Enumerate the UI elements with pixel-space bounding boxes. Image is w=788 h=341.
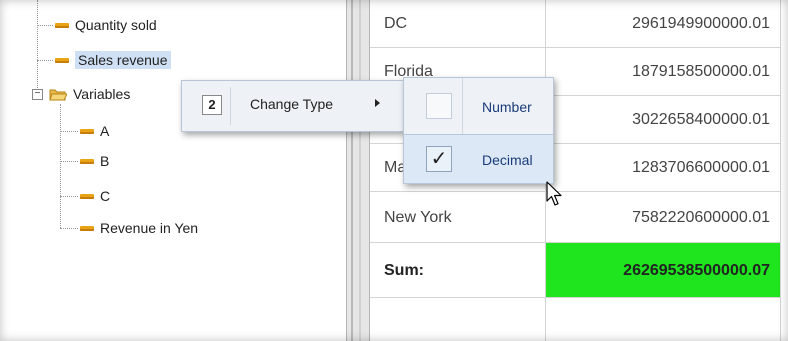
- tree-item-label: Quantity sold: [75, 17, 157, 33]
- splitter-grip: [351, 0, 353, 341]
- tree-line: [60, 196, 78, 197]
- collapse-toggle[interactable]: −: [32, 89, 43, 100]
- menu-item-change-type[interactable]: 2 Change Type: [182, 81, 403, 131]
- tree-line: [37, 60, 53, 61]
- sum-value[interactable]: 26269538500000.07: [546, 243, 781, 298]
- tree-item-c[interactable]: C: [80, 186, 110, 206]
- tree-item-quantity-sold[interactable]: Quantity sold: [55, 15, 157, 35]
- folder-open-icon: [49, 89, 67, 101]
- empty-cell[interactable]: [370, 298, 546, 341]
- tree-line: [60, 104, 61, 228]
- value-cell[interactable]: 1283706600000.01: [546, 144, 781, 192]
- mouse-pointer-icon: [546, 181, 562, 206]
- tree-item-label: Variables: [73, 86, 131, 102]
- tree-item-a[interactable]: A: [80, 121, 109, 141]
- tree-panel: Quantity sold Sales revenue − Variables …: [0, 0, 346, 341]
- tree-item-b[interactable]: B: [80, 151, 109, 171]
- tree-item-sales-revenue[interactable]: Sales revenue: [55, 50, 171, 70]
- menu-item-label: Number: [482, 99, 532, 115]
- menu-item-number[interactable]: Number: [404, 82, 553, 132]
- menu-item-label: Decimal: [482, 152, 533, 168]
- measure-icon: [80, 128, 94, 134]
- sum-label[interactable]: Sum:: [370, 243, 546, 298]
- checkmark-icon[interactable]: ✓: [426, 146, 452, 172]
- tree-line: [60, 161, 78, 162]
- tree-item-label: Sales revenue: [75, 51, 171, 69]
- panel-splitter[interactable]: [346, 0, 370, 341]
- value-cell[interactable]: 3022658400000.01: [546, 96, 781, 144]
- change-type-icon: 2: [202, 95, 222, 115]
- submenu-arrow-icon: [375, 99, 380, 107]
- menu-item-decimal[interactable]: ✓ Decimal: [404, 134, 553, 184]
- tree-item-variables[interactable]: Variables: [49, 84, 130, 104]
- value-cell[interactable]: 7582220600000.01: [546, 192, 781, 243]
- value-cell[interactable]: 1879158500000.01: [546, 48, 781, 96]
- measure-icon: [80, 193, 94, 199]
- context-menu: 2 Change Type: [181, 80, 404, 132]
- tree-item-label: C: [100, 188, 111, 204]
- empty-cell[interactable]: [546, 298, 781, 341]
- menu-item-label: Change Type: [250, 96, 334, 112]
- tree-line: [60, 131, 78, 132]
- tree-item-revenue-in-yen[interactable]: Revenue in Yen: [80, 218, 198, 238]
- tree-line: [60, 228, 78, 229]
- measure-icon: [55, 22, 69, 28]
- submenu-change-type: Number ✓ Decimal: [403, 77, 554, 184]
- checkbox-number[interactable]: [426, 93, 452, 119]
- tree-line: [37, 0, 38, 88]
- tree-item-label: B: [100, 153, 110, 169]
- tree-item-label: Revenue in Yen: [100, 220, 199, 236]
- value-cell[interactable]: 2961949900000.01: [546, 0, 781, 48]
- state-cell[interactable]: DC: [370, 0, 546, 48]
- tree-item-label: A: [100, 123, 110, 139]
- measure-icon: [55, 57, 69, 63]
- measure-icon: [80, 158, 94, 164]
- tree-line: [37, 25, 53, 26]
- state-cell[interactable]: New York: [370, 192, 546, 243]
- menu-separator: [230, 87, 231, 125]
- splitter-grip: [359, 0, 361, 341]
- measure-icon: [80, 225, 94, 231]
